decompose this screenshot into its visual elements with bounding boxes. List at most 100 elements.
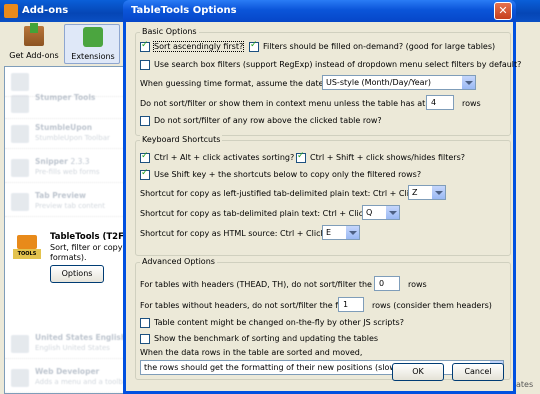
get-addons-label: Get Add-ons [9,51,59,60]
extension-icon [11,369,29,387]
without-headers-suffix: rows (consider them headers) [372,301,492,310]
search-box-filters-checkbox[interactable] [140,60,150,70]
formatting-value: the rows should get the formatting of th… [144,363,400,372]
ctrl-alt-click-label[interactable]: Ctrl + Alt + click activates sorting? [154,153,294,162]
date-format-label: When guessing time format, assume the da… [140,79,333,88]
with-headers-input[interactable]: 0 [374,276,400,291]
chevron-down-icon[interactable] [345,226,359,239]
extension-icon [11,95,29,113]
extension-version: 2.3.3 [70,157,90,166]
copy-tab-delimited-select[interactable]: Q [362,205,400,220]
extension-desc: Preview tab content [35,202,105,210]
extensions-label: Extensions [71,52,115,61]
keyboard-shortcuts-legend: Keyboard Shortcuts [140,135,223,144]
puzzle-piece-icon [83,27,103,47]
extensions-button[interactable]: Extensions [64,24,120,64]
search-box-filters-label[interactable]: Use search box filters (support RegExp) … [154,60,521,69]
sort-ascending-label[interactable]: Sort ascendingly first? [152,41,245,52]
ctrl-shift-click-checkbox[interactable] [296,151,306,163]
extension-name: Tab Preview [35,191,86,200]
extension-name: Web Developer [35,367,100,376]
without-headers-label: For tables without headers, do not sort/… [140,301,351,310]
extension-desc: StumbleUpon Toolbar [35,134,110,142]
dialog-titlebar[interactable]: TableTools Options ✕ [123,0,516,22]
ok-button[interactable]: OK [392,363,444,381]
saw-icon [17,235,37,249]
extension-name: StumbleUpon [35,123,93,132]
copy-html-value: E [326,228,332,237]
benchmark-checkbox[interactable] [140,334,150,344]
copy-left-justified-select[interactable]: Z [408,185,446,200]
advanced-options-legend: Advanced Options [140,257,217,266]
ctrl-shift-click-label[interactable]: Ctrl + Shift + click shows/hides filters… [310,153,465,162]
min-rows-input[interactable]: 4 [426,95,454,110]
selected-extension-desc-line2: formats). [50,253,87,262]
copy-left-justified-value: Z [412,188,418,197]
cancel-button[interactable]: Cancel [452,363,504,381]
get-addons-icon [24,23,44,46]
list-item[interactable]: StumbleUpon StumbleUpon Toolbar [5,119,123,149]
copy-left-justified-label: Shortcut for copy as left-justified tab-… [140,189,428,198]
tools-badge: TOOLS [13,249,41,259]
get-addons-button[interactable]: Get Add-ons [6,23,62,64]
extension-icon [11,193,29,211]
copy-html-select[interactable]: E [322,225,360,240]
filters-on-demand-checkbox[interactable] [249,40,259,52]
extension-name: Stumper Tools [35,93,96,102]
dialog-body: Basic Options Sort ascendingly first? Fi… [126,22,521,391]
copy-tab-delimited-value: Q [366,208,373,217]
tabletools-icon: TOOLS [13,235,41,261]
copy-html-label: Shortcut for copy as HTML source: Ctrl +… [140,229,335,238]
tabletools-options-dialog: TableTools Options ✕ Basic Options Sort … [123,0,521,394]
with-headers-label: For tables with headers (THEAD, TH), do … [140,280,391,289]
selected-extension-name: TableTools (T2F3) [50,232,134,242]
filters-on-demand-label[interactable]: Filters should be filled on-demand? (goo… [263,42,495,51]
content-changed-label[interactable]: Table content might be changed on-the-fl… [154,318,404,327]
extension-name: United States English [35,333,124,342]
addons-toolbar: Get Add-ons Extensions [2,23,122,64]
close-button[interactable]: ✕ [494,2,512,20]
without-headers-input[interactable]: 1 [338,297,364,312]
shift-key-label[interactable]: Use Shift key + the shortcuts below to c… [154,170,421,179]
date-format-value: US-style (Month/Day/Year) [326,78,431,87]
chevron-down-icon[interactable] [431,186,445,199]
list-item[interactable]: Web Developer Adds a menu and a toolbar [5,363,124,393]
above-clicked-row-label[interactable]: Do not sort/filter of any row above the … [154,116,382,125]
list-item[interactable]: Stumper Tools [5,89,123,119]
with-headers-suffix: rows [408,280,427,289]
basic-options-legend: Basic Options [140,27,199,36]
list-item[interactable]: Tab Preview Preview tab content [5,187,123,217]
find-updates-partial-text: ates [516,380,534,389]
extensions-list[interactable]: Stumper Tools StumbleUpon StumbleUpon To… [4,66,124,394]
dialog-title: TableTools Options [131,5,237,16]
extension-desc: Adds a menu and a toolbar [35,378,124,386]
list-item[interactable]: United States English English United Sta… [5,329,124,359]
shift-key-checkbox[interactable] [140,168,150,180]
chevron-down-icon[interactable] [385,206,399,219]
addons-right-panel [514,22,540,394]
content-changed-checkbox[interactable] [140,318,150,328]
formatting-label: When the data rows in the table are sort… [140,348,363,357]
basic-options-group: Basic Options Sort ascendingly first? Fi… [135,27,521,136]
extension-name: Snipper 2.3.3 [35,157,90,166]
copy-tab-delimited-label: Shortcut for copy as tab-delimited plain… [140,209,377,218]
ctrl-alt-click-checkbox[interactable] [140,151,150,163]
benchmark-label[interactable]: Show the benchmark of sorting and updati… [154,334,378,343]
above-clicked-row-checkbox[interactable] [140,116,150,126]
close-icon: ✕ [498,4,508,17]
addons-app-icon [4,4,18,18]
extension-name-text: Snipper [35,157,68,166]
keyboard-shortcuts-group: Keyboard Shortcuts Ctrl + Alt + click ac… [135,135,511,256]
sort-ascending-checkbox[interactable] [140,40,150,52]
date-format-select[interactable]: US-style (Month/Day/Year) [322,75,476,90]
min-rows-suffix: rows [462,99,481,108]
chevron-down-icon[interactable] [461,76,475,89]
extension-icon [11,159,29,177]
extension-desc: English United States [35,344,110,352]
formatting-select[interactable]: the rows should get the formatting of th… [140,360,504,375]
addons-window-title: Add-ons [22,5,69,16]
extension-desc: Pre-fills web forms [35,168,100,176]
list-item[interactable]: Snipper 2.3.3 Pre-fills web forms [5,153,123,183]
extension-icon [11,125,29,143]
options-button[interactable]: Options [50,265,104,283]
